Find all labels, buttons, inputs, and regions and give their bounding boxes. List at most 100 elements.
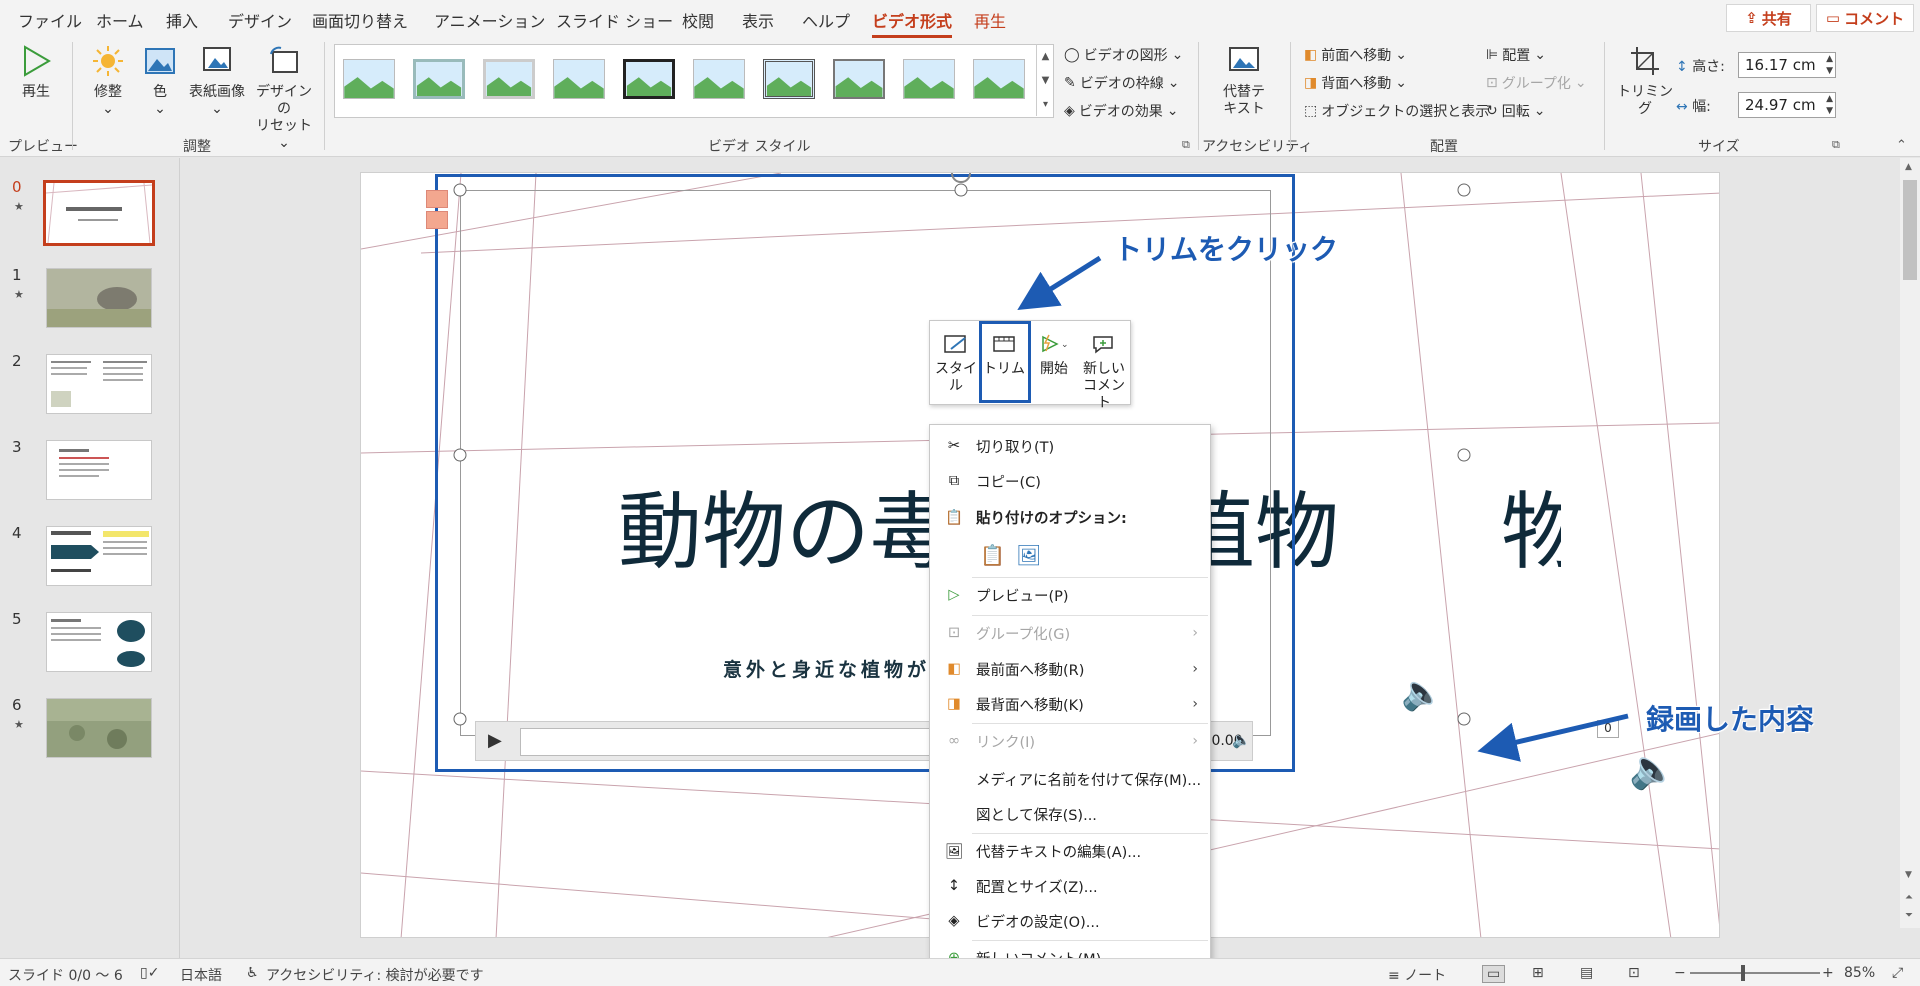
spin-icon[interactable]: ▲ ▼ (1826, 93, 1833, 117)
alt-text-button[interactable]: 代替テ キスト (1220, 42, 1268, 118)
slideshow-icon[interactable]: ⊡ (1628, 965, 1640, 981)
collapse-ribbon-icon[interactable]: ⌃ (1896, 138, 1907, 153)
corrections-button[interactable]: 修整 ⌄ (86, 42, 130, 118)
selection-pane-button[interactable]: ⬚ オブジェクトの選択と表示 (1304, 101, 1489, 121)
tab-review[interactable]: 校閲 (682, 8, 714, 32)
slide-sorter-icon[interactable]: ⊞ (1532, 965, 1544, 981)
tab-slideshow[interactable]: スライド ショー (556, 8, 673, 32)
play-icon[interactable]: ▶ (488, 730, 502, 751)
zoom-out-icon[interactable]: − (1674, 965, 1686, 981)
gallery-more[interactable]: ▾ (1036, 92, 1054, 116)
video-style-thumbnail[interactable] (483, 59, 535, 99)
video-style-thumbnail[interactable] (623, 59, 675, 99)
share-button[interactable]: ⇪ 共有 (1726, 4, 1811, 32)
scroll-down-icon[interactable]: ▼ (1905, 870, 1912, 880)
tab-view[interactable]: 表示 (742, 8, 774, 32)
paste-keep-format-icon[interactable]: 📋 (980, 543, 1005, 567)
menu-item-save-picture[interactable]: 図として保存(S)... (930, 798, 1210, 830)
video-border-button[interactable]: ✎ ビデオの枠線 ⌄ (1064, 73, 1179, 93)
slide-thumbnail[interactable] (46, 698, 152, 758)
gallery-scroll-down[interactable]: ▼ (1036, 68, 1054, 92)
send-backward-button[interactable]: ◨ 背面へ移動 ⌄ (1304, 73, 1407, 93)
slide-thumbnail[interactable] (46, 526, 152, 586)
rotate-button[interactable]: ↻ 回転 ⌄ (1486, 101, 1545, 121)
next-slide-icon[interactable]: ⏷ (1905, 910, 1913, 921)
prev-slide-icon[interactable]: ⏶ (1905, 892, 1913, 903)
menu-item-group[interactable]: ⊡ グループ化(G) › (930, 617, 1210, 649)
paste-picture-icon[interactable]: 🖼 (1016, 543, 1041, 567)
tab-home[interactable]: ホーム (96, 8, 144, 32)
video-style-thumbnail[interactable] (343, 59, 395, 99)
slide-thumbnail[interactable] (46, 440, 152, 500)
height-field[interactable]: 16.17 cm ▲ ▼ (1738, 52, 1836, 78)
zoom-level[interactable]: 85% (1844, 965, 1875, 981)
slide-thumbnail[interactable] (46, 268, 152, 328)
video-styles-gallery[interactable] (334, 44, 1054, 118)
group-button[interactable]: ⊡ グループ化 ⌄ (1486, 73, 1587, 93)
zoom-in-icon[interactable]: + (1822, 965, 1834, 981)
reset-design-button[interactable]: デザインの リセット ⌄ (252, 42, 316, 152)
width-field[interactable]: 24.97 cm ▲ ▼ (1738, 92, 1836, 118)
start-button[interactable]: ⌄ 開始 (1030, 327, 1078, 378)
animation-tag-icon[interactable] (426, 211, 448, 229)
animation-tag-icon[interactable] (426, 190, 448, 208)
video-effects-button[interactable]: ◈ ビデオの効果 ⌄ (1064, 101, 1179, 121)
gallery-scroll-up[interactable]: ▲ (1036, 44, 1054, 68)
video-style-thumbnail[interactable] (903, 59, 955, 99)
bring-forward-button[interactable]: ◧ 前面へ移動 ⌄ (1304, 45, 1407, 65)
notes-button[interactable]: ≡ ノート (1388, 965, 1446, 985)
menu-item-cut[interactable]: ✂ 切り取り(T) (930, 430, 1210, 462)
dialog-launcher-icon[interactable]: ⧉ (1182, 138, 1190, 152)
slide-thumbnail[interactable] (46, 354, 152, 414)
comment-button[interactable]: ▭ コメント (1816, 4, 1914, 32)
volume-icon[interactable]: 🔈 (1232, 731, 1251, 749)
reading-view-icon[interactable]: ▤ (1580, 965, 1593, 981)
spellcheck-icon[interactable]: ▯✓ (140, 965, 159, 981)
zoom-slider[interactable] (1690, 972, 1820, 974)
tab-transitions[interactable]: 画面切り替え (312, 8, 408, 32)
tab-insert[interactable]: 挿入 (166, 8, 198, 32)
menu-item-size-position[interactable]: ↕ 配置とサイズ(Z)... (930, 870, 1210, 902)
new-comment-button[interactable]: 新しい コメント (1080, 327, 1128, 412)
tab-file[interactable]: ファイル (18, 8, 82, 32)
tab-animations[interactable]: アニメーション (434, 8, 545, 32)
slide-thumbnail[interactable] (43, 180, 155, 246)
tab-playback[interactable]: 再生 (974, 8, 1006, 32)
video-style-thumbnail[interactable] (763, 59, 815, 99)
tab-video-format[interactable]: ビデオ形式 (872, 8, 953, 38)
menu-item-bring-to-front[interactable]: ◧ 最前面へ移動(R) › (930, 653, 1210, 685)
play-button[interactable]: 再生 (14, 42, 58, 101)
tab-help[interactable]: ヘルプ (802, 8, 850, 32)
menu-item-preview[interactable]: ▷ プレビュー(P) (930, 579, 1210, 611)
menu-item-copy[interactable]: ⧉ コピー(C) (930, 465, 1210, 497)
video-style-thumbnail[interactable] (833, 59, 885, 99)
zoom-slider-thumb[interactable] (1741, 965, 1745, 981)
fit-to-window-icon[interactable]: ⤢ (1892, 965, 1903, 981)
align-button[interactable]: ⊫ 配置 ⌄ (1486, 45, 1546, 65)
menu-item-save-media[interactable]: メディアに名前を付けて保存(M)... (930, 763, 1210, 795)
menu-item-link[interactable]: ∞ リンク(I) › (930, 725, 1210, 757)
video-style-thumbnail[interactable] (413, 59, 465, 99)
crop-button[interactable]: トリミング (1614, 42, 1676, 118)
audio-speaker-icon[interactable]: 🔈 (1629, 747, 1676, 792)
spin-icon[interactable]: ▲ ▼ (1826, 53, 1833, 77)
poster-frame-button[interactable]: 表紙画像 ⌄ (186, 42, 248, 118)
menu-item-send-to-back[interactable]: ◨ 最背面へ移動(K) › (930, 688, 1210, 720)
video-style-thumbnail[interactable] (973, 59, 1025, 99)
accessibility-status[interactable]: アクセシビリティ: 検討が必要です (266, 965, 484, 985)
color-button[interactable]: 色 ⌄ (138, 42, 182, 118)
scroll-thumb[interactable] (1903, 180, 1917, 280)
video-style-thumbnail[interactable] (553, 59, 605, 99)
video-shape-button[interactable]: ◯ ビデオの図形 ⌄ (1064, 45, 1183, 65)
language-indicator[interactable]: 日本語 (180, 965, 222, 985)
vertical-scrollbar[interactable]: ▲ ▼ ⏶ ⏷ (1900, 158, 1920, 928)
normal-view-icon[interactable]: ▭ (1482, 965, 1506, 983)
dialog-launcher-icon[interactable]: ⧉ (1832, 138, 1840, 152)
scroll-up-icon[interactable]: ▲ (1905, 162, 1912, 172)
menu-item-video-settings[interactable]: ◈ ビデオの設定(O)... (930, 905, 1210, 937)
style-button[interactable]: スタイル (932, 327, 980, 395)
menu-item-edit-alt-text[interactable]: 🖼 代替テキストの編集(A)... (930, 835, 1210, 867)
slide-thumbnail[interactable] (46, 612, 152, 672)
tab-design[interactable]: デザイン (228, 8, 292, 32)
video-style-thumbnail[interactable] (693, 59, 745, 99)
